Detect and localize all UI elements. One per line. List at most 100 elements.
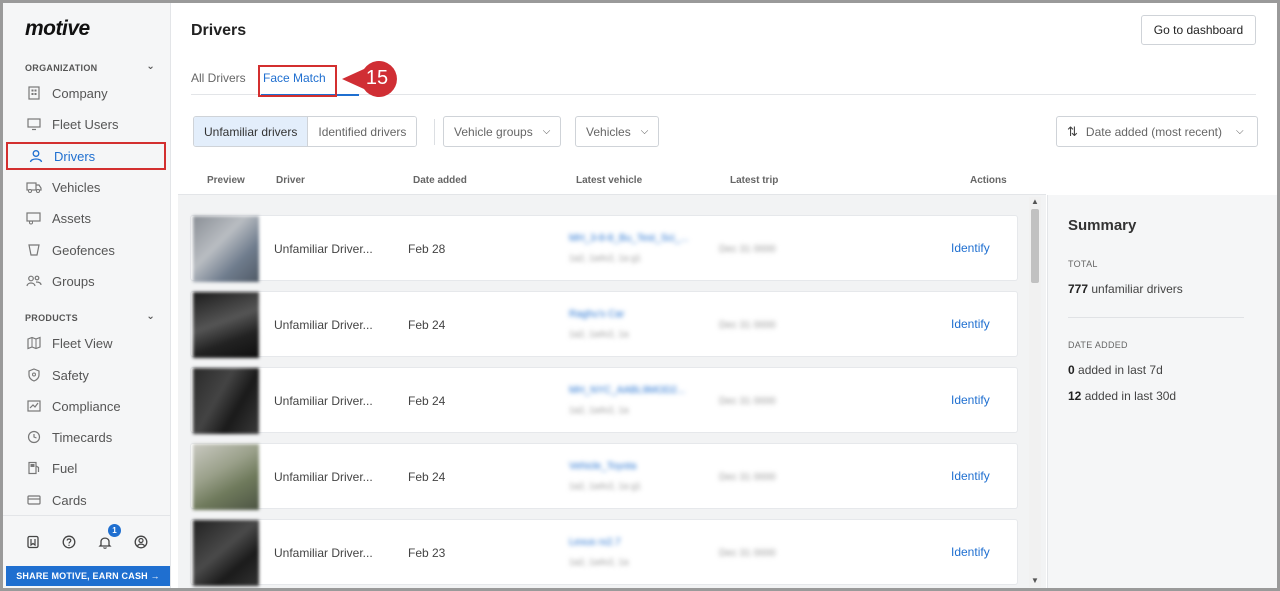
- table-row: Unfamiliar Driver... Feb 24 Vehicle_Toyo…: [190, 443, 1018, 510]
- whats-new-icon[interactable]: [25, 534, 41, 550]
- chevron-down-icon: ⌵: [542, 126, 551, 137]
- tab-all-drivers[interactable]: All Drivers: [191, 71, 246, 85]
- monitor-icon: [26, 116, 42, 132]
- filter-divider: [434, 119, 435, 145]
- chevron-down-icon[interactable]: ⌄: [146, 61, 155, 72]
- sidebar-item-assets[interactable]: Assets: [6, 204, 166, 232]
- sidebar-item-fleet-users[interactable]: Fleet Users: [6, 110, 166, 138]
- person-icon: [28, 148, 44, 164]
- latest-trip: Dec 31 0000: [719, 472, 776, 483]
- motive-logo[interactable]: motive: [25, 17, 90, 41]
- driver-name: Unfamiliar Driver...: [274, 470, 373, 484]
- account-icon[interactable]: [133, 534, 149, 550]
- summary-panel: Summary TOTAL 777 unfamiliar drivers DAT…: [1047, 195, 1277, 588]
- driver-preview-image[interactable]: [193, 520, 259, 586]
- latest-trip: Dec 31 0000: [719, 320, 776, 331]
- latest-vehicle-groups: 1a2, 1a4v2, 1a: [569, 557, 629, 567]
- go-to-dashboard-button[interactable]: Go to dashboard: [1141, 15, 1256, 45]
- column-latest-trip: Latest trip: [730, 175, 779, 186]
- identify-link[interactable]: Identify: [951, 317, 990, 331]
- share-motive-banner[interactable]: SHARE MOTIVE, EARN CASH →: [6, 566, 170, 586]
- total-label: TOTAL: [1068, 259, 1098, 269]
- products-section-header[interactable]: PRODUCTS ⌄: [25, 311, 155, 323]
- sidebar-item-fleet-view[interactable]: Fleet View: [6, 329, 166, 357]
- list-scrollbar[interactable]: ▲ ▼: [1029, 197, 1041, 587]
- sidebar-item-vehicles[interactable]: Vehicles: [6, 173, 166, 201]
- sidebar-item-compliance[interactable]: Compliance: [6, 392, 166, 420]
- date-added: Feb 24: [408, 318, 446, 332]
- fuel-icon: [26, 460, 42, 476]
- driver-name: Unfamiliar Driver...: [274, 242, 373, 256]
- compliance-icon: [26, 398, 42, 414]
- added-last-7d: 0 added in last 7d: [1068, 363, 1163, 377]
- main-content: Drivers Go to dashboard All Drivers Face…: [172, 3, 1277, 588]
- latest-vehicle-groups: 1a2, 1a4v2, 1a g1: [569, 253, 642, 263]
- driver-name: Unfamiliar Driver...: [274, 546, 373, 560]
- sidebar-item-geofences[interactable]: Geofences: [6, 236, 166, 264]
- geofence-icon: [26, 242, 42, 258]
- date-added: Feb 24: [408, 470, 446, 484]
- sort-dropdown[interactable]: ⇅ Date added (most recent) ⌵: [1056, 116, 1258, 147]
- added-last-30d: 12 added in last 30d: [1068, 389, 1177, 403]
- scroll-down-icon[interactable]: ▼: [1031, 576, 1039, 585]
- organization-section-header[interactable]: ORGANIZATION ⌄: [25, 61, 155, 73]
- identified-drivers-button[interactable]: Identified drivers: [308, 117, 417, 146]
- unfamiliar-drivers-button[interactable]: Unfamiliar drivers: [194, 117, 309, 146]
- vehicle-groups-dropdown[interactable]: Vehicle groups ⌵: [443, 116, 562, 147]
- latest-vehicle-groups: 1a2, 1a4v2, 1a g1: [569, 481, 642, 491]
- date-added: Feb 23: [408, 546, 446, 560]
- chevron-down-icon: ⌵: [640, 126, 649, 137]
- truck-icon: [26, 179, 42, 195]
- notification-badge: 1: [108, 524, 121, 537]
- latest-vehicle-link[interactable]: MH_3-8-8_Bu_Test_Sci_...: [569, 233, 689, 244]
- sidebar-item-safety[interactable]: Safety: [6, 361, 166, 389]
- sidebar-item-cards[interactable]: Cards: [6, 486, 166, 514]
- driver-name: Unfamiliar Driver...: [274, 394, 373, 408]
- date-added: Feb 24: [408, 394, 446, 408]
- scroll-thumb[interactable]: [1031, 209, 1039, 283]
- app-window: motive ORGANIZATION ⌄ Company Fleet User…: [3, 3, 1277, 588]
- scroll-up-icon[interactable]: ▲: [1031, 197, 1039, 206]
- sidebar-item-groups[interactable]: Groups: [6, 267, 166, 295]
- sidebar-item-drivers[interactable]: Drivers: [6, 142, 166, 170]
- latest-vehicle-link[interactable]: MH_NYC_AABL9MOD2...: [569, 385, 685, 396]
- date-added: Feb 28: [408, 242, 446, 256]
- identify-link[interactable]: Identify: [951, 545, 990, 559]
- latest-vehicle-link[interactable]: Raghu's Car: [569, 309, 624, 320]
- driver-type-toggle: Unfamiliar drivers Identified drivers: [193, 116, 418, 147]
- building-icon: [26, 85, 42, 101]
- identify-link[interactable]: Identify: [951, 241, 990, 255]
- sidebar-item-company[interactable]: Company: [6, 79, 166, 107]
- sidebar-item-timecards[interactable]: Timecards: [6, 423, 166, 451]
- total-unfamiliar-drivers: 777 unfamiliar drivers: [1068, 282, 1183, 296]
- identify-link[interactable]: Identify: [951, 469, 990, 483]
- summary-divider: [1068, 317, 1244, 318]
- table-row: Unfamiliar Driver... Feb 24 MH_NYC_AABL9…: [190, 367, 1018, 434]
- latest-vehicle-groups: 1a2, 1a4v2, 1a: [569, 329, 629, 339]
- bell-icon[interactable]: [97, 534, 113, 550]
- callout-number: 15: [365, 66, 389, 89]
- column-driver: Driver: [276, 175, 305, 186]
- latest-vehicle-link[interactable]: Lexus rx2.7: [569, 537, 621, 548]
- column-date-added[interactable]: Date added: [413, 175, 467, 186]
- latest-trip: Dec 31 0000: [719, 396, 776, 407]
- identify-link[interactable]: Identify: [951, 393, 990, 407]
- summary-title: Summary: [1068, 217, 1137, 234]
- latest-trip: Dec 31 0000: [719, 548, 776, 559]
- driver-list: Unfamiliar Driver... Feb 28 MH_3-8-8_Bu_…: [178, 195, 1046, 588]
- trailer-icon: [26, 210, 42, 226]
- map-icon: [26, 335, 42, 351]
- driver-preview-image[interactable]: [193, 444, 259, 510]
- vehicles-dropdown[interactable]: Vehicles ⌵: [575, 116, 660, 147]
- table-row: Unfamiliar Driver... Feb 24 Raghu's Car …: [190, 291, 1018, 358]
- latest-vehicle-link[interactable]: Vehicle_Toyota: [569, 461, 636, 472]
- sort-icon: ⇅: [1067, 123, 1078, 139]
- sidebar-item-fuel[interactable]: Fuel: [6, 454, 166, 482]
- chevron-down-icon[interactable]: ⌄: [146, 311, 155, 322]
- driver-preview-image[interactable]: [193, 368, 259, 434]
- help-icon[interactable]: [61, 534, 77, 550]
- sidebar-footer: 1: [3, 515, 171, 565]
- driver-preview-image[interactable]: [193, 216, 259, 282]
- driver-name: Unfamiliar Driver...: [274, 318, 373, 332]
- driver-preview-image[interactable]: [193, 292, 259, 358]
